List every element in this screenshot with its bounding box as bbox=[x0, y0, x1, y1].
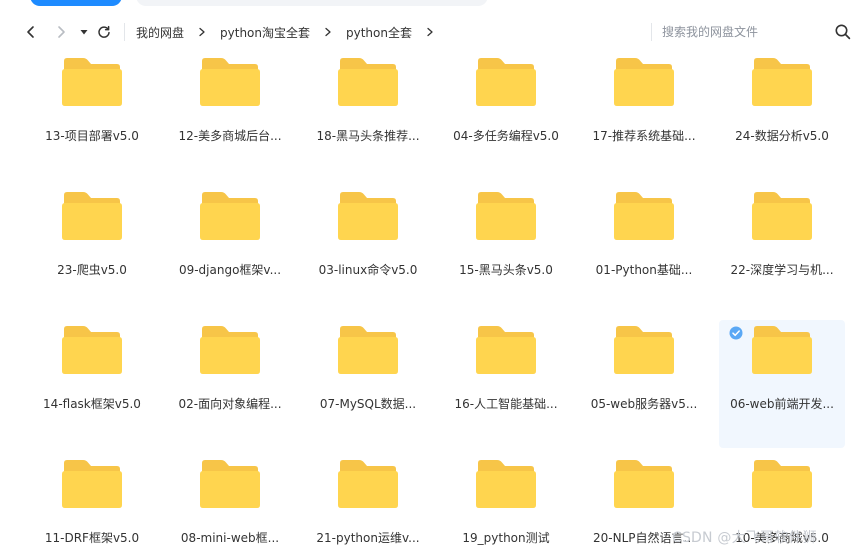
folder-icon bbox=[62, 192, 122, 240]
folder-item[interactable]: 05-web服务器v5... bbox=[581, 320, 707, 448]
folder-item[interactable]: 21-python运维v... bbox=[305, 454, 431, 558]
folder-item[interactable]: 22-深度学习与机... bbox=[719, 186, 845, 314]
folder-label: 14-flask框架v5.0 bbox=[43, 397, 141, 411]
upload-button[interactable] bbox=[30, 0, 122, 6]
folder-label: 13-项目部署v5.0 bbox=[45, 129, 139, 143]
folder-icon bbox=[338, 460, 398, 508]
folder-item[interactable]: 09-django框架v... bbox=[167, 186, 293, 314]
file-browser-window: 我的网盘 python淘宝全套 python全套 13-项目部署v5.0 12-美… bbox=[0, 0, 863, 558]
folder-item[interactable]: 08-mini-web框... bbox=[167, 454, 293, 558]
folder-item[interactable]: 13-项目部署v5.0 bbox=[29, 52, 155, 180]
folder-icon bbox=[752, 326, 812, 374]
folder-icon bbox=[338, 192, 398, 240]
folder-item[interactable]: 18-黑马头条推荐... bbox=[305, 52, 431, 180]
nav-divider bbox=[124, 23, 125, 41]
watermark: CSDN @大飞哥软件狮 bbox=[672, 530, 817, 546]
breadcrumb: 我的网盘 python淘宝全套 python全套 bbox=[136, 16, 448, 48]
folder-item[interactable]: 15-黑马头条v5.0 bbox=[443, 186, 569, 314]
folder-label: 11-DRF框架v5.0 bbox=[44, 531, 140, 545]
folder-label: 12-美多商城后台... bbox=[178, 129, 282, 143]
breadcrumb-separator-icon bbox=[198, 27, 206, 37]
folder-label: 18-黑马头条推荐... bbox=[316, 129, 420, 143]
folder-label: 16-人工智能基础... bbox=[454, 397, 558, 411]
folder-item[interactable]: 14-flask框架v5.0 bbox=[29, 320, 155, 448]
folder-icon bbox=[752, 192, 812, 240]
top-tab[interactable] bbox=[136, 0, 488, 6]
folder-icon bbox=[200, 58, 260, 106]
folder-label: 07-MySQL数据... bbox=[319, 397, 417, 411]
check-circle-icon[interactable] bbox=[729, 326, 743, 340]
folder-item[interactable]: 01-Python基础... bbox=[581, 186, 707, 314]
folder-label: 04-多任务编程v5.0 bbox=[453, 129, 559, 143]
folder-label: 22-深度学习与机... bbox=[730, 263, 834, 277]
search-input[interactable] bbox=[662, 22, 822, 42]
refresh-icon bbox=[98, 25, 110, 38]
folder-label: 23-爬虫v5.0 bbox=[57, 263, 127, 277]
folder-label: 09-django框架v... bbox=[178, 263, 282, 277]
breadcrumb-separator-icon bbox=[324, 27, 332, 37]
folder-icon bbox=[62, 326, 122, 374]
folder-label: 01-Python基础... bbox=[595, 263, 693, 277]
folder-item[interactable]: 06-web前端开发... bbox=[719, 320, 845, 448]
folder-label: 03-linux命令v5.0 bbox=[318, 263, 418, 277]
breadcrumb-item-python-full[interactable]: python全套 bbox=[346, 24, 412, 41]
folder-label: 08-mini-web框... bbox=[180, 531, 280, 545]
folder-icon bbox=[62, 460, 122, 508]
folder-label: 21-python运维v... bbox=[316, 531, 420, 545]
folder-icon bbox=[614, 58, 674, 106]
folder-icon bbox=[476, 58, 536, 106]
folder-item[interactable]: 19_python测试 bbox=[443, 454, 569, 558]
chevron-left-icon bbox=[27, 26, 34, 38]
folder-item[interactable]: 04-多任务编程v5.0 bbox=[443, 52, 569, 180]
folder-label: 06-web前端开发... bbox=[730, 397, 834, 411]
folder-icon bbox=[62, 58, 122, 106]
folder-item[interactable]: 23-爬虫v5.0 bbox=[29, 186, 155, 314]
folder-icon bbox=[338, 326, 398, 374]
search-icon[interactable] bbox=[834, 23, 852, 41]
back-button[interactable] bbox=[20, 16, 42, 48]
navigation-bar: 我的网盘 python淘宝全套 python全套 bbox=[0, 16, 863, 48]
folder-icon bbox=[752, 58, 812, 106]
folder-item[interactable]: 16-人工智能基础... bbox=[443, 320, 569, 448]
folder-icon bbox=[614, 326, 674, 374]
forward-button[interactable] bbox=[50, 16, 72, 48]
folder-icon bbox=[752, 460, 812, 508]
folder-item[interactable]: 03-linux命令v5.0 bbox=[305, 186, 431, 314]
folder-icon bbox=[200, 192, 260, 240]
folder-item[interactable]: 17-推荐系统基础... bbox=[581, 52, 707, 180]
folder-item[interactable]: 02-面向对象编程... bbox=[167, 320, 293, 448]
folder-icon bbox=[476, 460, 536, 508]
folder-label: 24-数据分析v5.0 bbox=[735, 129, 829, 143]
folder-label: 05-web服务器v5... bbox=[590, 397, 698, 411]
breadcrumb-item-my-drive[interactable]: 我的网盘 bbox=[136, 24, 184, 41]
folder-label: 17-推荐系统基础... bbox=[592, 129, 696, 143]
folder-label: 02-面向对象编程... bbox=[178, 397, 282, 411]
folder-icon bbox=[338, 58, 398, 106]
folder-icon bbox=[614, 460, 674, 508]
refresh-button[interactable] bbox=[94, 16, 114, 48]
folder-icon bbox=[614, 192, 674, 240]
history-dropdown-button[interactable] bbox=[76, 16, 92, 48]
chevron-right-icon bbox=[58, 26, 65, 38]
folder-item[interactable]: 12-美多商城后台... bbox=[167, 52, 293, 180]
caret-down-icon bbox=[80, 30, 88, 35]
folder-item[interactable]: 11-DRF框架v5.0 bbox=[29, 454, 155, 558]
folder-icon bbox=[476, 192, 536, 240]
breadcrumb-item-python-taobao[interactable]: python淘宝全套 bbox=[220, 24, 310, 41]
folder-grid: 13-项目部署v5.0 12-美多商城后台... 18-黑马头条推荐... 04-多任… bbox=[0, 52, 863, 558]
folder-icon bbox=[200, 460, 260, 508]
breadcrumb-separator-icon bbox=[426, 27, 434, 37]
folder-item[interactable]: 24-数据分析v5.0 bbox=[719, 52, 845, 180]
folder-label: 15-黑马头条v5.0 bbox=[459, 263, 553, 277]
top-strip bbox=[0, 0, 863, 10]
folder-label: 19_python测试 bbox=[462, 531, 550, 545]
folder-item[interactable]: 07-MySQL数据... bbox=[305, 320, 431, 448]
search-divider bbox=[651, 23, 652, 41]
folder-icon bbox=[476, 326, 536, 374]
folder-icon bbox=[200, 326, 260, 374]
